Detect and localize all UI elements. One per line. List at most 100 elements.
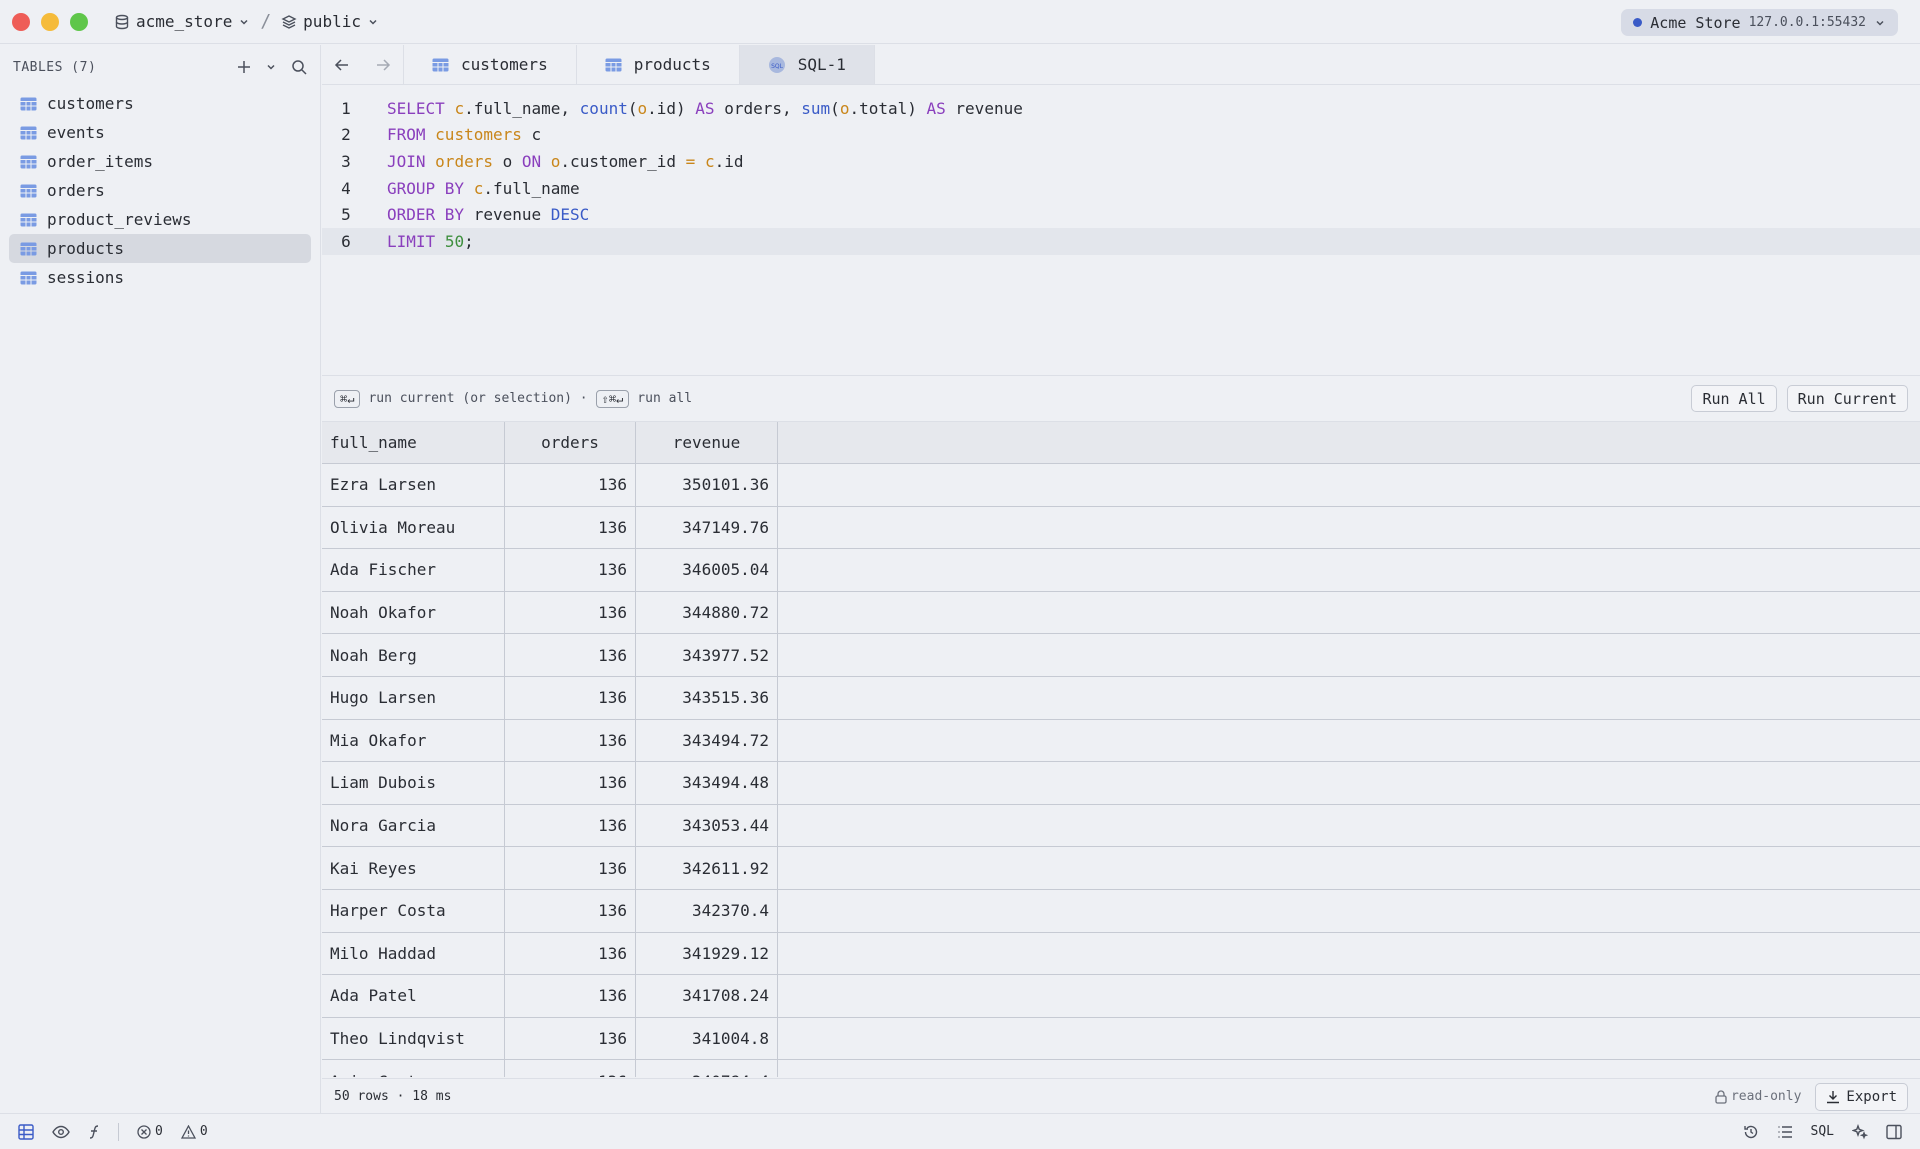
cell-orders[interactable]: 136: [505, 804, 636, 847]
history-icon[interactable]: [1743, 1124, 1759, 1140]
grid-view-icon[interactable]: [18, 1123, 34, 1140]
cell-full-name[interactable]: Liam Dubois: [322, 762, 505, 804]
cell-revenue[interactable]: 343053.44: [636, 804, 778, 847]
cell-revenue[interactable]: 343494.72: [636, 719, 778, 762]
column-header-revenue[interactable]: revenue: [636, 422, 778, 463]
cell-orders[interactable]: 136: [505, 591, 636, 634]
cell-revenue[interactable]: 347149.76: [636, 506, 778, 549]
cell-full-name[interactable]: Nora Garcia: [322, 804, 505, 847]
cell-orders[interactable]: 136: [505, 549, 636, 591]
table-row[interactable]: Harper Costa 136 342370.4: [322, 889, 1920, 933]
function-icon[interactable]: [88, 1124, 100, 1140]
cell-orders[interactable]: 136: [505, 932, 636, 975]
cell-revenue[interactable]: 341004.8: [636, 1017, 778, 1060]
export-button[interactable]: Export: [1815, 1082, 1908, 1111]
cell-full-name[interactable]: Theo Lindqvist: [322, 1017, 505, 1060]
cell-revenue[interactable]: 343494.48: [636, 762, 778, 804]
sidebar-item-events[interactable]: events: [9, 118, 311, 147]
table-row[interactable]: Ada Patel 136 341708.24: [322, 975, 1920, 1018]
cell-orders[interactable]: 136: [505, 719, 636, 762]
table-row[interactable]: Nora Garcia 136 343053.44: [322, 804, 1920, 848]
sidebar-item-customers[interactable]: customers: [9, 89, 311, 118]
cell-orders[interactable]: 136: [505, 1060, 636, 1077]
cell-orders[interactable]: 136: [505, 634, 636, 676]
cell-full-name[interactable]: Ada Patel: [322, 975, 505, 1017]
history-nav: [322, 45, 404, 84]
sidebar-item-orders[interactable]: orders: [9, 176, 311, 205]
table-row[interactable]: Theo Lindqvist 136 341004.8: [322, 1017, 1920, 1061]
column-header-full-name[interactable]: full_name: [322, 422, 505, 463]
cell-orders[interactable]: 136: [505, 676, 636, 719]
panel-toggle-icon[interactable]: [1886, 1124, 1902, 1140]
cell-full-name[interactable]: Mia Okafor: [322, 719, 505, 762]
cell-revenue[interactable]: 344880.72: [636, 591, 778, 634]
cell-revenue[interactable]: 350101.36: [636, 464, 778, 506]
chevron-down-icon[interactable]: [265, 61, 277, 73]
table-row[interactable]: Milo Haddad 136 341929.12: [322, 932, 1920, 976]
sql-editor[interactable]: 1 SELECT c.full_name, count(o.id) AS ord…: [322, 85, 1920, 376]
search-icon[interactable]: [291, 59, 307, 75]
cell-revenue[interactable]: 341929.12: [636, 932, 778, 975]
cell-full-name[interactable]: Noah Berg: [322, 634, 505, 676]
table-row[interactable]: Aria Costa136340784.4: [322, 1060, 1920, 1077]
table-row[interactable]: Ada Fischer 136 346005.04: [322, 549, 1920, 592]
results-summary: 50 rows · 18 ms: [334, 1089, 452, 1104]
cell-revenue[interactable]: 343515.36: [636, 676, 778, 719]
run-current-button[interactable]: Run Current: [1786, 385, 1908, 412]
cell-orders[interactable]: 136: [505, 847, 636, 889]
zoom-window-button[interactable]: [70, 12, 88, 31]
sidebar-item-products[interactable]: products: [9, 234, 311, 263]
plus-icon[interactable]: [237, 60, 251, 74]
tab-sql-1[interactable]: SQL SQL-1: [739, 45, 875, 84]
sparkle-icon[interactable]: [1852, 1123, 1868, 1140]
sidebar-item-product-reviews[interactable]: product_reviews: [9, 205, 311, 234]
arrow-left-icon[interactable]: [334, 57, 350, 73]
sql-mode-toggle[interactable]: SQL: [1811, 1124, 1834, 1139]
cell-full-name[interactable]: Harper Costa: [322, 889, 505, 932]
database-selector[interactable]: acme_store: [114, 12, 250, 31]
sidebar-item-sessions[interactable]: sessions: [9, 263, 311, 292]
cell-revenue[interactable]: 343977.52: [636, 634, 778, 676]
cell-revenue[interactable]: 342370.4: [636, 889, 778, 932]
cell-orders[interactable]: 136: [505, 975, 636, 1017]
error-count[interactable]: 0: [137, 1124, 163, 1139]
cell-revenue[interactable]: 340784.4: [636, 1060, 778, 1077]
cell-full-name[interactable]: Kai Reyes: [322, 847, 505, 889]
tab-products[interactable]: products: [577, 45, 740, 84]
column-header-orders[interactable]: orders: [505, 422, 636, 463]
cell-full-name[interactable]: Hugo Larsen: [322, 676, 505, 719]
cell-orders[interactable]: 136: [505, 1017, 636, 1060]
cell-orders[interactable]: 136: [505, 506, 636, 549]
cell-full-name[interactable]: Noah Okafor: [322, 591, 505, 634]
cell-full-name[interactable]: Ezra Larsen: [322, 464, 505, 506]
eye-icon[interactable]: [52, 1125, 70, 1139]
minimize-window-button[interactable]: [41, 12, 59, 31]
arrow-right-icon[interactable]: [375, 57, 391, 73]
connection-selector[interactable]: Acme Store 127.0.0.1:55432: [1621, 9, 1898, 36]
table-row[interactable]: Olivia Moreau 136 347149.76: [322, 506, 1920, 550]
table-row[interactable]: Noah Okafor 136 344880.72: [322, 591, 1920, 635]
close-window-button[interactable]: [12, 12, 30, 31]
table-row[interactable]: Kai Reyes 136 342611.92: [322, 847, 1920, 890]
table-row[interactable]: Ezra Larsen 136 350101.36: [322, 464, 1920, 507]
table-row[interactable]: Mia Okafor 136 343494.72: [322, 719, 1920, 763]
list-icon[interactable]: [1777, 1125, 1793, 1139]
cell-full-name[interactable]: Milo Haddad: [322, 932, 505, 975]
cell-full-name[interactable]: Ada Fischer: [322, 549, 505, 591]
tab-customers[interactable]: customers: [404, 45, 577, 84]
table-row[interactable]: Noah Berg 136 343977.52: [322, 634, 1920, 677]
cell-orders[interactable]: 136: [505, 762, 636, 804]
table-row[interactable]: Hugo Larsen 136 343515.36: [322, 676, 1920, 720]
schema-selector[interactable]: public: [281, 12, 379, 31]
run-all-button[interactable]: Run All: [1691, 385, 1777, 412]
cell-revenue[interactable]: 341708.24: [636, 975, 778, 1017]
cell-orders[interactable]: 136: [505, 889, 636, 932]
sidebar-item-order-items[interactable]: order_items: [9, 147, 311, 176]
cell-revenue[interactable]: 346005.04: [636, 549, 778, 591]
cell-revenue[interactable]: 342611.92: [636, 847, 778, 889]
table-row[interactable]: Liam Dubois 136 343494.48: [322, 762, 1920, 805]
cell-full-name[interactable]: Olivia Moreau: [322, 506, 505, 549]
cell-full-name[interactable]: Aria Costa: [322, 1060, 505, 1077]
warning-count[interactable]: 0: [180, 1124, 208, 1139]
cell-orders[interactable]: 136: [505, 464, 636, 506]
